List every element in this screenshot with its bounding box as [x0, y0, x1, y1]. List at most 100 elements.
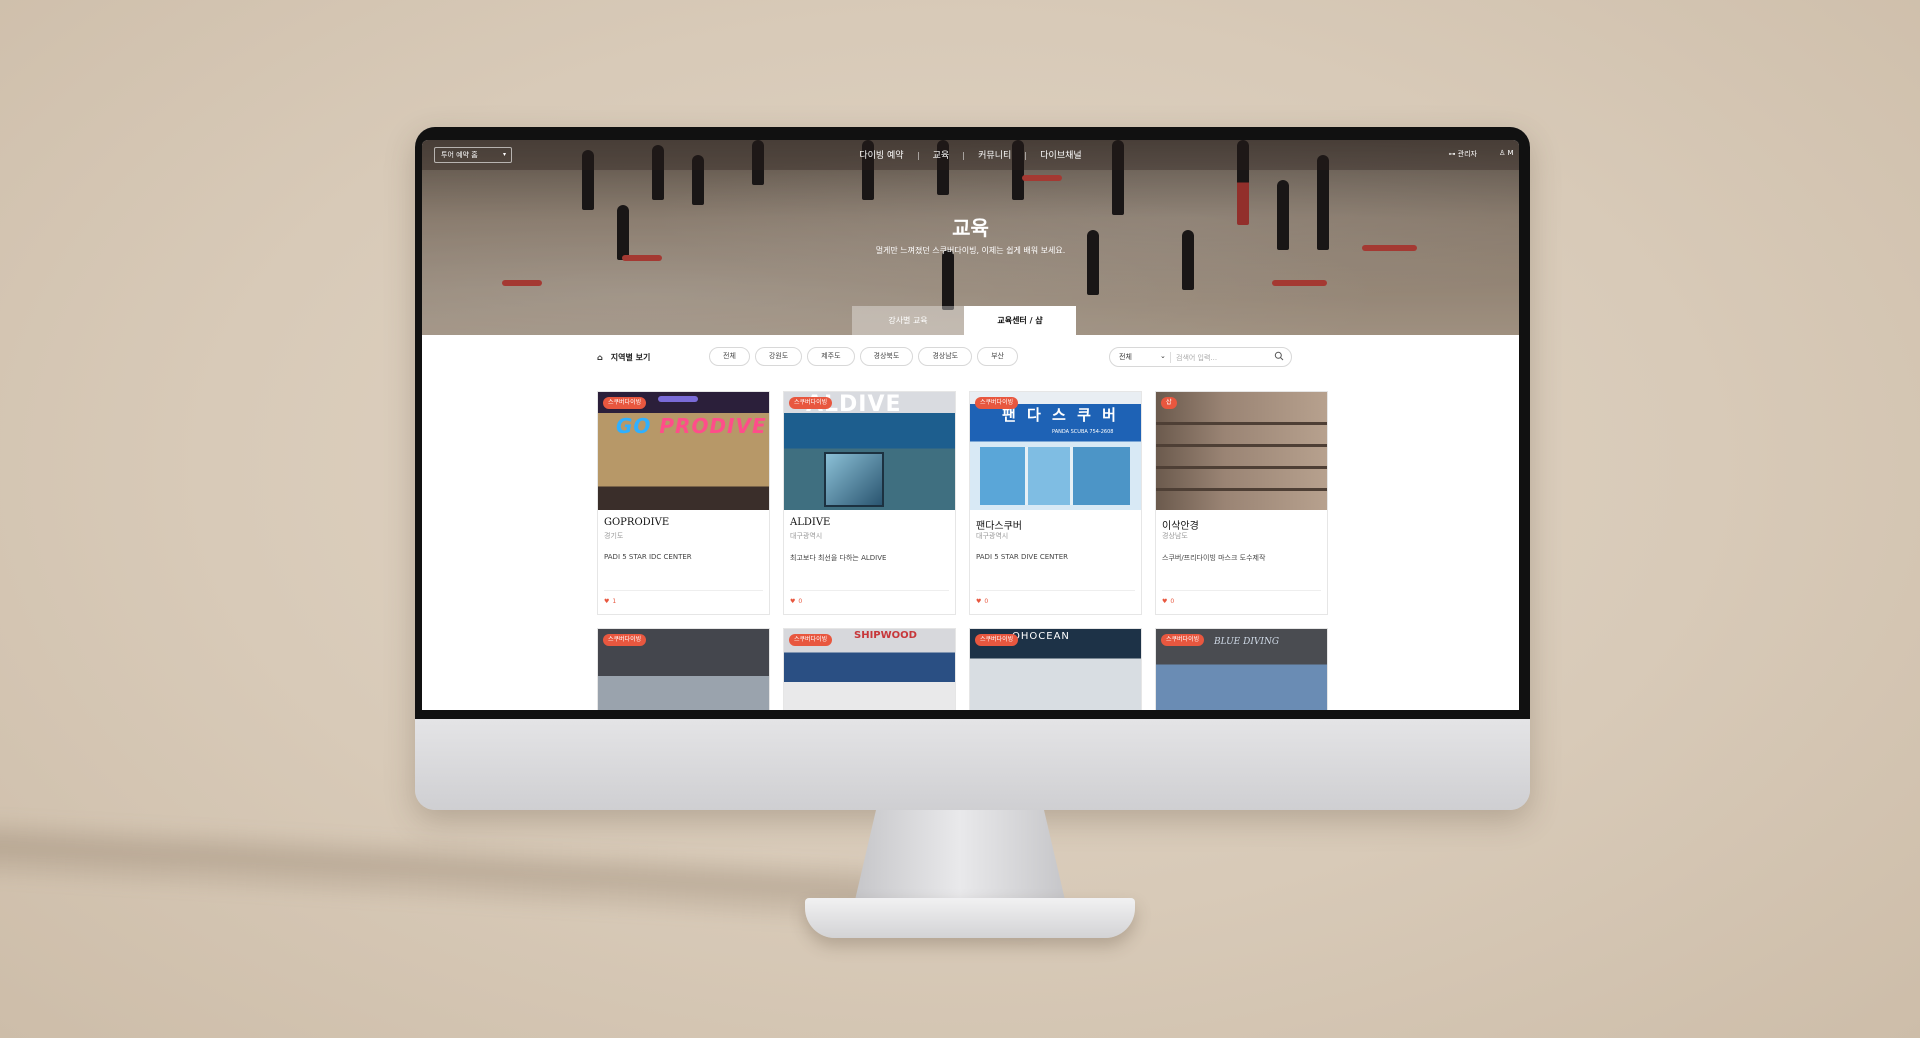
center-region: 대구광역시: [976, 532, 1009, 540]
center-card[interactable]: BLUE DIVING 스쿠버다이빙: [1155, 628, 1328, 710]
page-subtitle: 멀게만 느껴졌던 스쿠버다이빙, 이제는 쉽게 배워 보세요.: [875, 246, 1066, 255]
nav-item-education[interactable]: 교육: [919, 148, 964, 161]
shelf: [1156, 422, 1327, 425]
shelf: [1156, 488, 1327, 491]
center-card[interactable]: 팬 다 스 쿠 버 PANDA SCUBA 754-2608 스쿠버다이빙 팬다…: [969, 391, 1142, 615]
user-link[interactable]: ♙ M: [1499, 149, 1519, 157]
like-count[interactable]: ♥ 1: [604, 598, 616, 605]
region-filter-title: ⌂ 지역별 보기: [597, 352, 650, 363]
monitor-base: [805, 898, 1135, 938]
heart-icon: ♥: [790, 598, 796, 605]
shelf: [1156, 466, 1327, 469]
center-thumbnail: ALDIVE: [784, 392, 955, 510]
region-filter-label: 지역별 보기: [610, 353, 651, 362]
center-card[interactable]: 샵 이삭안경 경상남도 스쿠버/프리다이빙 마스크 도수제작 ♥ 0: [1155, 391, 1328, 615]
key-icon: ⊶: [1448, 150, 1456, 158]
monitor-stand: [855, 810, 1065, 900]
ceiling-light: [658, 396, 698, 402]
thumbnail-sign: SHIPWOOD: [854, 630, 917, 641]
region-chips: 전체 강원도 제주도 경상북도 경상남도 부산: [709, 347, 1018, 366]
nav-item-dive-channel[interactable]: 다이브채널: [1026, 148, 1095, 161]
like-count-value: 0: [984, 598, 989, 605]
search-icon[interactable]: [1274, 351, 1284, 361]
thumbnail-sign: GO PRODIVE: [616, 414, 767, 438]
search-divider: [1170, 352, 1171, 363]
card-divider: [1162, 590, 1321, 591]
category-badge: 샵: [1161, 397, 1177, 409]
page-title: 교육: [952, 216, 989, 240]
center-card[interactable]: ALDIVE 스쿠버다이빙 ALDIVE 대구광역시 최고보다 최선을 다하는 …: [783, 391, 956, 615]
search-box: 전체 ⌄: [1109, 347, 1292, 367]
main-nav: 다이빙 예약 교육 커뮤니티 다이브채널: [422, 148, 1519, 161]
category-badge: 스쿠버다이빙: [975, 634, 1019, 646]
card-divider: [976, 590, 1135, 591]
tab-education-center-shop[interactable]: 교육센터 / 샵: [964, 306, 1076, 335]
center-region: 대구광역시: [790, 532, 823, 540]
filter-bar: ⌂ 지역별 보기 전체 강원도 제주도 경상북도 경상남도 부산 전체 ⌄: [422, 335, 1519, 379]
chevron-down-icon: ⌄: [1160, 352, 1166, 360]
like-count[interactable]: ♥ 0: [790, 598, 802, 605]
like-count-value: 1: [612, 598, 617, 605]
center-region: 경상남도: [1162, 532, 1188, 540]
center-description: PADI 5 STAR DIVE CENTER: [976, 553, 1068, 561]
heart-icon: ♥: [604, 598, 610, 605]
shop-window: [824, 452, 884, 507]
center-description: 스쿠버/프리다이빙 마스크 도수제작: [1162, 554, 1266, 562]
center-card[interactable]: GO PRODIVE 스쿠버다이빙 GOPRODIVE 경기도 PADI 5 S…: [597, 391, 770, 615]
region-chip-busan[interactable]: 부산: [977, 347, 1018, 366]
center-card-grid: GO PRODIVE 스쿠버다이빙 GOPRODIVE 경기도 PADI 5 S…: [597, 391, 1328, 710]
category-badge: 스쿠버다이빙: [603, 397, 647, 409]
shop-window: [980, 447, 1130, 505]
heart-icon: ♥: [976, 598, 982, 605]
nav-item-dive-booking[interactable]: 다이빙 예약: [845, 148, 917, 161]
admin-link[interactable]: ⊶ 관리자: [1448, 149, 1477, 159]
shelf: [1156, 444, 1327, 447]
center-card[interactable]: 스쿠버다이빙: [597, 628, 770, 710]
center-thumbnail: [1156, 392, 1327, 510]
hero-banner: 투어 예약 홈 ▾ 다이빙 예약 교육 커뮤니티 다이브채널 ⊶ 관리자 ♙ M 교육…: [422, 140, 1519, 335]
category-badge: 스쿠버다이빙: [789, 634, 833, 646]
thumbnail-sign: BLUE DIVING: [1214, 637, 1280, 647]
center-card[interactable]: SHIPWOOD 스쿠버다이빙: [783, 628, 956, 710]
region-chip-gyeongnam[interactable]: 경상남도: [918, 347, 973, 366]
education-tabs: 강사별 교육 교육센터 / 샵: [852, 306, 1076, 335]
center-name: 이삭안경: [1162, 521, 1199, 532]
center-thumbnail: 팬 다 스 쿠 버 PANDA SCUBA 754-2608: [970, 392, 1141, 510]
region-chip-gangwon[interactable]: 강원도: [754, 347, 803, 366]
center-name: ALDIVE: [790, 517, 831, 528]
center-region: 경기도: [604, 532, 624, 540]
category-badge: 스쿠버다이빙: [603, 634, 647, 646]
center-name: 팬다스쿠버: [976, 521, 1022, 532]
region-chip-jeju[interactable]: 제주도: [807, 347, 855, 366]
center-card[interactable]: OHOCEAN 스쿠버다이빙: [969, 628, 1142, 710]
tab-instructor-education[interactable]: 강사별 교육: [852, 306, 964, 335]
user-icon: ♙: [1499, 149, 1506, 157]
card-divider: [790, 590, 949, 591]
thumbnail-sign-sub: PANDA SCUBA 754-2608: [1052, 429, 1114, 435]
like-count[interactable]: ♥ 0: [976, 598, 988, 605]
center-name: GOPRODIVE: [604, 517, 670, 528]
monitor-chin: [415, 719, 1530, 810]
user-label: M: [1507, 149, 1514, 157]
center-description: PADI 5 STAR IDC CENTER: [604, 553, 692, 561]
screen: 투어 예약 홈 ▾ 다이빙 예약 교육 커뮤니티 다이브채널 ⊶ 관리자 ♙ M 교육…: [422, 140, 1519, 710]
search-input[interactable]: [1176, 351, 1266, 364]
heart-icon: ♥: [1162, 598, 1168, 605]
admin-label: 관리자: [1457, 150, 1477, 158]
category-badge: 스쿠버다이빙: [975, 397, 1019, 409]
nav-item-community[interactable]: 커뮤니티: [964, 148, 1025, 161]
category-badge: 스쿠버다이빙: [789, 397, 833, 409]
center-description: 최고보다 최선을 다하는 ALDIVE: [790, 554, 887, 562]
region-chip-all[interactable]: 전체: [709, 347, 750, 366]
home-icon: ⌂: [597, 353, 603, 362]
center-thumbnail: GO PRODIVE: [598, 392, 769, 510]
card-divider: [604, 590, 763, 591]
thumbnail-sign: OHOCEAN: [1012, 631, 1070, 642]
like-count[interactable]: ♥ 0: [1162, 598, 1174, 605]
top-nav-bar: 투어 예약 홈 ▾ 다이빙 예약 교육 커뮤니티 다이브채널 ⊶ 관리자 ♙ M: [422, 140, 1519, 170]
like-count-value: 0: [798, 598, 803, 605]
category-badge: 스쿠버다이빙: [1161, 634, 1205, 646]
search-category-select[interactable]: 전체: [1119, 352, 1132, 362]
region-chip-gyeongbuk[interactable]: 경상북도: [859, 347, 914, 366]
thumbnail-sign: 팬 다 스 쿠 버: [1002, 406, 1119, 424]
